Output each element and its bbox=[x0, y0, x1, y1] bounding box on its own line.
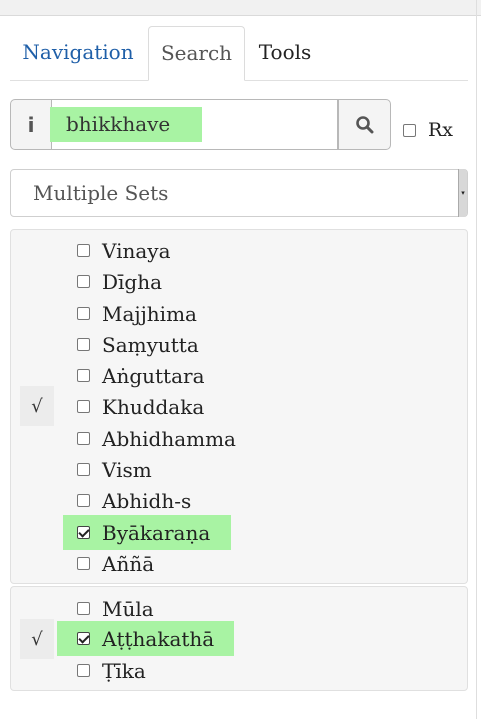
collection-group-2: √ Mūla Aṭṭhakathā Ṭīka bbox=[10, 586, 468, 691]
list-item[interactable]: Ṭīka bbox=[77, 655, 146, 686]
info-icon: i bbox=[27, 112, 35, 137]
tab-search[interactable]: Search bbox=[148, 26, 245, 81]
list-item[interactable]: Aṅguttara bbox=[77, 360, 205, 391]
list-item[interactable]: Aṭṭhakathā bbox=[77, 623, 214, 654]
item-label: Vinaya bbox=[102, 238, 171, 263]
item-checkbox[interactable] bbox=[77, 463, 90, 476]
item-label: Saṃyutta bbox=[102, 332, 199, 357]
collection-group-1: √ Vinaya Dīgha Majjhima Saṃyutta Aṅgutta… bbox=[10, 229, 468, 584]
item-label: Byākaraṇa bbox=[102, 520, 211, 545]
list-item[interactable]: Byākaraṇa bbox=[77, 517, 210, 548]
list-item[interactable]: Majjhima bbox=[77, 298, 197, 329]
item-checkbox[interactable] bbox=[77, 400, 90, 413]
group-toggle-1[interactable]: √ bbox=[20, 386, 54, 426]
group-toggle-2[interactable]: √ bbox=[20, 619, 54, 659]
list-item[interactable]: Vism bbox=[77, 454, 152, 485]
set-select-value: Multiple Sets bbox=[33, 181, 169, 205]
item-label: Majjhima bbox=[102, 301, 197, 326]
item-checkbox-checked[interactable] bbox=[77, 526, 90, 539]
item-checkbox[interactable] bbox=[77, 664, 90, 677]
list-item[interactable]: Dīgha bbox=[77, 266, 162, 297]
item-checkbox[interactable] bbox=[77, 244, 90, 257]
list-item[interactable]: Vinaya bbox=[77, 235, 171, 266]
item-label: Dīgha bbox=[102, 269, 163, 294]
set-select[interactable]: Multiple Sets ▾ bbox=[10, 169, 468, 217]
item-checkbox[interactable] bbox=[77, 494, 90, 507]
list-item[interactable]: Khuddaka bbox=[77, 391, 204, 422]
item-checkbox[interactable] bbox=[77, 275, 90, 288]
search-button[interactable] bbox=[338, 99, 391, 150]
list-item[interactable]: Abhidh-s bbox=[77, 485, 191, 516]
item-checkbox-checked[interactable] bbox=[77, 632, 90, 645]
list-item[interactable]: Mūla bbox=[77, 593, 154, 624]
top-bar bbox=[0, 0, 481, 16]
item-label: Ṭīka bbox=[102, 658, 146, 683]
regex-checkbox[interactable] bbox=[403, 123, 416, 137]
item-label: Aññā bbox=[102, 551, 155, 576]
panel-edge bbox=[476, 0, 477, 719]
list-item[interactable]: Saṃyutta bbox=[77, 329, 199, 360]
regex-label: Rx bbox=[428, 119, 454, 141]
item-checkbox[interactable] bbox=[77, 369, 90, 382]
item-label: Aṭṭhakathā bbox=[102, 626, 215, 651]
item-label: Aṅguttara bbox=[102, 363, 205, 388]
magnifier-icon bbox=[355, 115, 373, 133]
item-checkbox[interactable] bbox=[77, 432, 90, 445]
tab-tools[interactable]: Tools bbox=[250, 26, 320, 79]
item-label: Abhidh-s bbox=[102, 488, 192, 513]
item-checkbox[interactable] bbox=[77, 307, 90, 320]
item-checkbox[interactable] bbox=[77, 602, 90, 615]
chevron-down-icon: ▾ bbox=[458, 169, 467, 217]
item-label: Khuddaka bbox=[102, 394, 205, 419]
item-checkbox[interactable] bbox=[77, 557, 90, 570]
info-button[interactable]: i bbox=[10, 99, 52, 150]
tab-navigation[interactable]: Navigation bbox=[10, 26, 146, 79]
search-input[interactable]: bhikkhave bbox=[50, 99, 338, 150]
item-label: Mūla bbox=[102, 596, 154, 621]
list-item[interactable]: Abhidhamma bbox=[77, 423, 236, 454]
item-label: Abhidhamma bbox=[102, 426, 236, 451]
list-item[interactable]: Aññā bbox=[77, 548, 154, 579]
tab-bar: Navigation Search Tools bbox=[10, 26, 468, 81]
item-label: Vism bbox=[102, 457, 152, 482]
search-input-value: bhikkhave bbox=[66, 112, 171, 136]
item-checkbox[interactable] bbox=[77, 338, 90, 351]
regex-option: Rx bbox=[403, 119, 453, 141]
